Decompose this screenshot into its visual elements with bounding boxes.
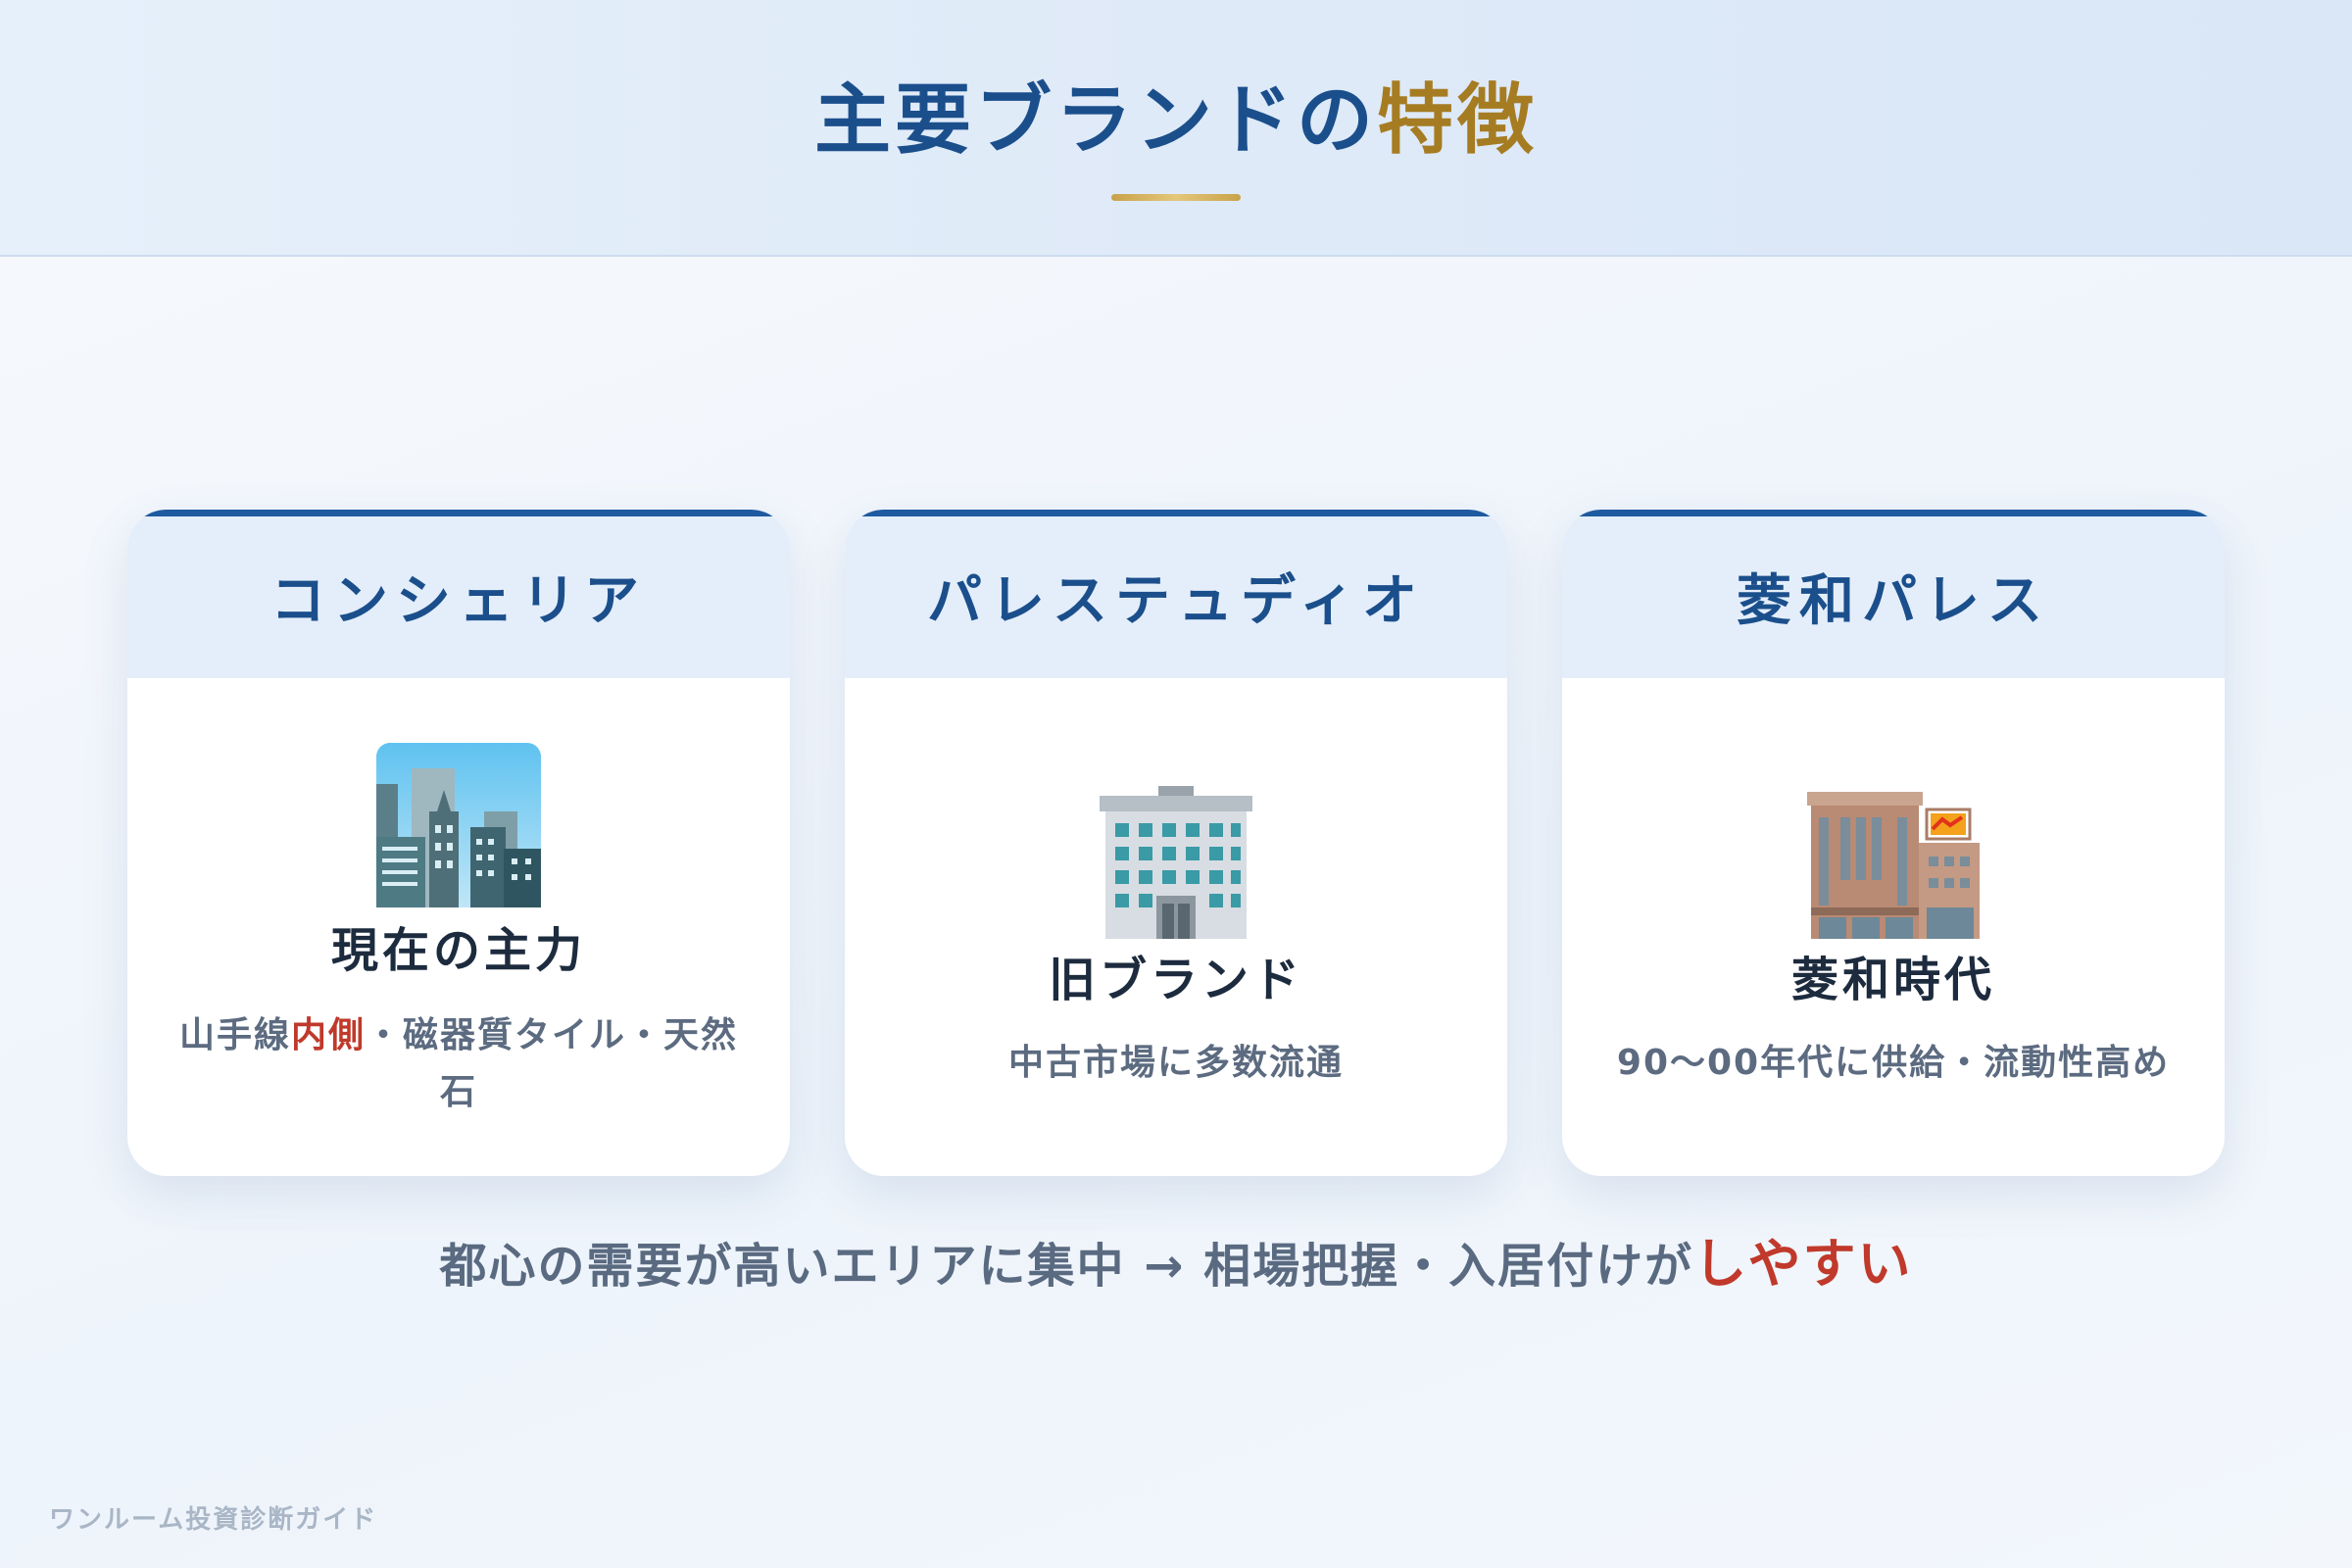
desc-highlight: 内側 <box>290 1015 366 1055</box>
title-underline <box>1111 194 1241 201</box>
desc-pre: 山手線 <box>178 1015 291 1055</box>
brand-card-ryowapalace: 菱和パレス 菱和時代 90〜00年代に供給・流動性高め <box>1562 510 2225 1176</box>
header-band: 主要ブランドの特徴 <box>0 0 2352 257</box>
card-subtitle: 現在の主力 <box>330 923 586 978</box>
summary-text: 都心の需要が高いエリアに集中 → 相場把握・入居付けがしやすい <box>0 1233 2352 1298</box>
card-description: 山手線内側・磁器質タイル・天然石 <box>176 1007 741 1121</box>
footer-label: ワンルーム投資診断ガイド <box>49 1505 378 1535</box>
card-header: 菱和パレス <box>1562 510 2225 678</box>
card-header: パレステュディオ <box>845 510 1507 678</box>
card-title: コンシェリア <box>270 569 647 633</box>
department-store-icon <box>1807 792 1980 943</box>
summary-highlight: しやすい <box>1693 1233 1913 1295</box>
card-description: 90〜00年代に供給・流動性高め <box>1616 1043 2171 1083</box>
card-header: コンシェリア <box>127 510 790 678</box>
page-title-main: 主要ブランドの <box>813 76 1377 165</box>
card-subtitle: 旧ブランド <box>1048 953 1303 1007</box>
office-building-icon <box>1094 786 1258 943</box>
page-title-accent: 特徴 <box>1377 76 1539 165</box>
page-title: 主要ブランドの特徴 <box>0 76 2352 165</box>
desc-post: ・磁器質タイル・天然石 <box>366 1015 739 1112</box>
card-title: 菱和パレス <box>1737 569 2050 633</box>
card-title: パレステュディオ <box>926 569 1426 633</box>
brand-card-concieria: コンシェリア 現在の主力 山手線内側・磁器質タイル・天然石 <box>127 510 790 1176</box>
summary-main: 都心の需要が高いエリアに集中 → 相場把握・入居付けが <box>439 1239 1694 1294</box>
brand-card-palacestudio: パレステュディオ 旧ブランド 中古市場に多数流通 <box>845 510 1507 1176</box>
cityscape-icon <box>376 743 541 911</box>
card-description: 中古市場に多数流通 <box>1007 1043 1344 1083</box>
card-subtitle: 菱和時代 <box>1790 953 1995 1007</box>
